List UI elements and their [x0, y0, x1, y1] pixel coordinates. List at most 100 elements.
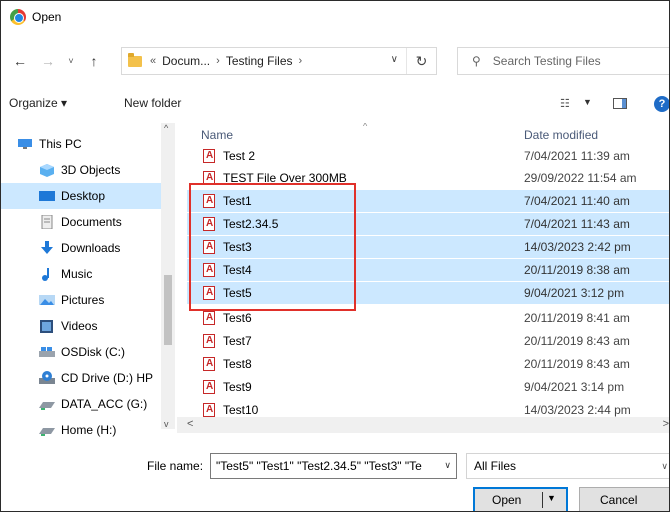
- preview-pane-icon[interactable]: [613, 98, 627, 109]
- new-folder-button[interactable]: New folder: [124, 96, 181, 110]
- open-button-label: Open: [492, 493, 522, 507]
- file-row[interactable]: Test9 9/04/2021 3:14 pm: [187, 376, 669, 398]
- cube-icon: [39, 163, 55, 177]
- sidebar-item-home[interactable]: Home (H:): [1, 417, 161, 443]
- sidebar-item-music[interactable]: Music: [1, 261, 161, 287]
- file-row[interactable]: Test 2 7/04/2021 11:39 am: [187, 145, 669, 167]
- open-dropdown-icon[interactable]: ▼: [547, 493, 556, 503]
- horizontal-scrollbar[interactable]: < >: [177, 417, 669, 433]
- file-date: 14/03/2023 2:42 pm: [524, 240, 631, 254]
- file-name: Test6: [223, 311, 252, 325]
- pdf-file-icon: [203, 311, 215, 325]
- refresh-icon[interactable]: ↻: [406, 48, 436, 74]
- scroll-down-icon[interactable]: v: [164, 419, 169, 429]
- file-date: 20/11/2019 8:38 am: [524, 263, 630, 277]
- navigation-bar: ← → ˅ ↑ « Docum... › Testing Files › ∨ ↻…: [1, 45, 669, 77]
- open-dialog: Open ← → ˅ ↑ « Docum... › Testing Files …: [0, 0, 670, 512]
- sidebar-item-label: 3D Objects: [61, 163, 121, 177]
- back-icon[interactable]: ←: [9, 53, 31, 69]
- scroll-right-icon[interactable]: >: [663, 418, 669, 430]
- scrollbar-thumb[interactable]: [164, 275, 172, 345]
- sidebar-item-label: DATA_ACC (G:): [61, 397, 148, 411]
- sidebar-item-cd-drive[interactable]: CD Drive (D:) HP: [1, 365, 161, 391]
- address-bar[interactable]: « Docum... › Testing Files › ∨ ↻: [121, 47, 437, 75]
- folder-icon: [128, 52, 142, 67]
- chevron-right-icon[interactable]: ›: [216, 55, 220, 67]
- breadcrumb-documents[interactable]: Docum...: [162, 54, 210, 68]
- scroll-left-icon[interactable]: <: [187, 418, 193, 430]
- command-bar: Organize ▾ New folder ☷ ▼ ?: [1, 89, 669, 117]
- search-icon: ⚲: [472, 54, 481, 68]
- document-icon: [39, 214, 55, 230]
- sidebar-item-videos[interactable]: Videos: [1, 313, 161, 339]
- chevron-down-icon[interactable]: ▼: [583, 97, 592, 107]
- file-row[interactable]: Test7 20/11/2019 8:43 am: [187, 330, 669, 352]
- open-button[interactable]: Open ▼: [473, 487, 568, 511]
- file-name: Test8: [223, 357, 252, 371]
- file-date: 20/11/2019 8:41 am: [524, 311, 630, 325]
- file-name-input[interactable]: "Test5" "Test1" "Test2.34.5" "Test3" "Te…: [210, 453, 457, 479]
- sidebar-item-documents[interactable]: Documents: [1, 209, 161, 235]
- sort-ascending-icon: ^: [363, 123, 368, 131]
- music-icon: [39, 267, 55, 281]
- cd-drive-icon: [39, 371, 55, 385]
- pdf-file-icon: [203, 149, 215, 163]
- network-drive-icon: [39, 423, 55, 437]
- file-row[interactable]: Test10 14/03/2023 2:44 pm: [187, 399, 669, 417]
- file-date: 29/09/2022 11:54 am: [524, 171, 637, 185]
- search-box[interactable]: ⚲ Search Testing Files: [457, 47, 669, 75]
- column-date-header[interactable]: Date modified: [524, 128, 598, 142]
- pictures-icon: [39, 293, 55, 307]
- chevron-down-icon[interactable]: ∨: [444, 460, 451, 471]
- file-type-select[interactable]: All Files ∨: [466, 453, 669, 479]
- sidebar-item-label: Desktop: [61, 189, 106, 203]
- view-options-icon[interactable]: ☷: [560, 97, 570, 110]
- sidebar-item-desktop[interactable]: Desktop: [1, 183, 161, 209]
- cancel-button-label: Cancel: [600, 493, 638, 507]
- scroll-up-icon[interactable]: ^: [164, 123, 168, 133]
- forward-icon[interactable]: →: [37, 53, 59, 69]
- navigation-pane: This PC 3D Objects Desktop Documents Dow…: [1, 123, 175, 437]
- sidebar-item-label: Documents: [61, 215, 122, 229]
- up-icon[interactable]: ↑: [83, 53, 105, 69]
- network-drive-icon: [39, 397, 55, 411]
- address-dropdown-icon[interactable]: ∨: [391, 54, 398, 65]
- file-row[interactable]: Test8 20/11/2019 8:43 am: [187, 353, 669, 375]
- drive-icon: [39, 345, 55, 359]
- split-divider: [542, 492, 543, 508]
- pdf-file-icon: [203, 380, 215, 394]
- sidebar-item-pictures[interactable]: Pictures: [1, 287, 161, 313]
- file-date: 20/11/2019 8:43 am: [524, 334, 630, 348]
- sidebar-item-label: Videos: [61, 319, 98, 333]
- column-name-header[interactable]: Name: [201, 128, 233, 142]
- help-icon[interactable]: ?: [654, 96, 669, 112]
- pdf-file-icon: [203, 334, 215, 348]
- title-bar: Open: [1, 1, 669, 33]
- file-name: Test9: [223, 380, 252, 394]
- chevron-down-icon[interactable]: ∨: [661, 461, 668, 472]
- selection-highlight-annotation: [189, 183, 356, 311]
- file-date: 9/04/2021 3:12 pm: [524, 286, 625, 300]
- organize-button[interactable]: Organize ▾: [9, 96, 67, 110]
- file-type-value: All Files: [474, 459, 517, 473]
- sidebar-item-this-pc[interactable]: This PC: [1, 131, 161, 157]
- sidebar-scrollbar[interactable]: ^ v: [161, 123, 175, 429]
- file-date: 7/04/2021 11:39 am: [524, 149, 630, 163]
- computer-icon: [17, 137, 33, 151]
- breadcrumb-overflow[interactable]: «: [150, 55, 156, 67]
- file-name: Test 2: [223, 149, 256, 163]
- cancel-button[interactable]: Cancel: [579, 487, 669, 511]
- pdf-file-icon: [203, 357, 215, 371]
- chevron-right-icon[interactable]: ›: [299, 55, 303, 67]
- sidebar-item-osdisk[interactable]: OSDisk (C:): [1, 339, 161, 365]
- breadcrumb-testing-files[interactable]: Testing Files: [226, 54, 293, 68]
- video-icon: [39, 319, 55, 333]
- download-icon: [39, 241, 55, 255]
- sidebar-item-label: This PC: [39, 137, 82, 151]
- pdf-file-icon: [203, 403, 215, 417]
- sidebar-item-downloads[interactable]: Downloads: [1, 235, 161, 261]
- sidebar-item-3d-objects[interactable]: 3D Objects: [1, 157, 161, 183]
- recent-locations-icon[interactable]: ˅: [63, 56, 79, 66]
- file-name-value[interactable]: "Test5" "Test1" "Test2.34.5" "Test3" "Te: [211, 459, 437, 473]
- sidebar-item-data-acc[interactable]: DATA_ACC (G:): [1, 391, 161, 417]
